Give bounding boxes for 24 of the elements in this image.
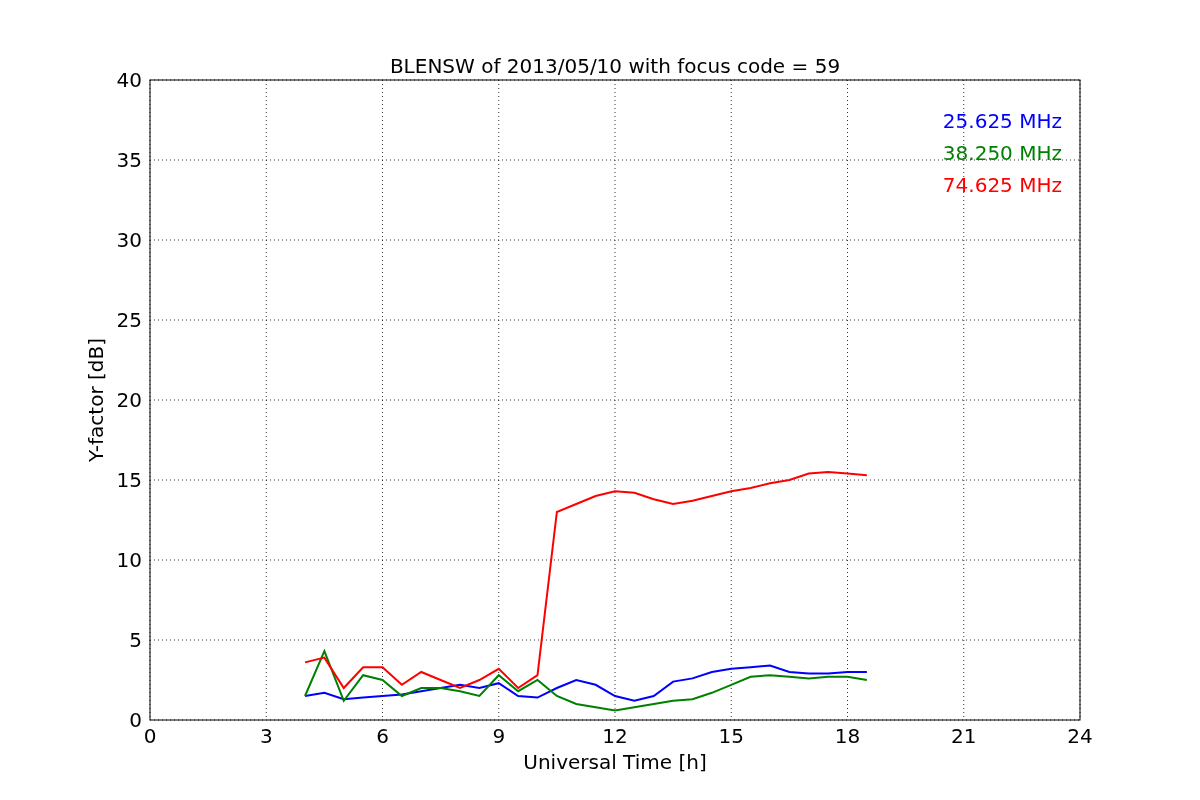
legend-label: 25.625 MHz	[942, 109, 1062, 133]
y-tick-label: 40	[116, 68, 142, 92]
y-axis-label: Y-factor [dB]	[84, 338, 108, 462]
x-tick-label: 24	[1067, 724, 1093, 748]
x-tick-label: 18	[834, 724, 861, 748]
x-axis-label: Universal Time [h]	[523, 750, 707, 774]
y-tick-label: 20	[116, 388, 142, 412]
x-tick-label: 3	[259, 724, 273, 748]
legend-label: 38.250 MHz	[942, 141, 1062, 165]
x-tick-label: 0	[143, 724, 157, 748]
y-tick-label: 30	[116, 228, 142, 252]
x-tick-label: 15	[718, 724, 744, 748]
y-tick-label: 10	[116, 548, 142, 572]
y-tick-label: 35	[116, 148, 142, 172]
x-tick-label: 21	[951, 724, 977, 748]
y-tick-label: 5	[129, 628, 142, 652]
legend-label: 74.625 MHz	[942, 173, 1062, 197]
y-tick-label: 15	[116, 468, 142, 492]
x-tick-label: 9	[492, 724, 506, 748]
x-tick-label: 12	[602, 724, 628, 748]
x-tick-label: 6	[376, 724, 389, 748]
chart-title: BLENSW of 2013/05/10 with focus code = 59	[389, 54, 841, 78]
y-tick-label: 25	[116, 308, 142, 332]
y-tick-label: 0	[129, 708, 142, 732]
